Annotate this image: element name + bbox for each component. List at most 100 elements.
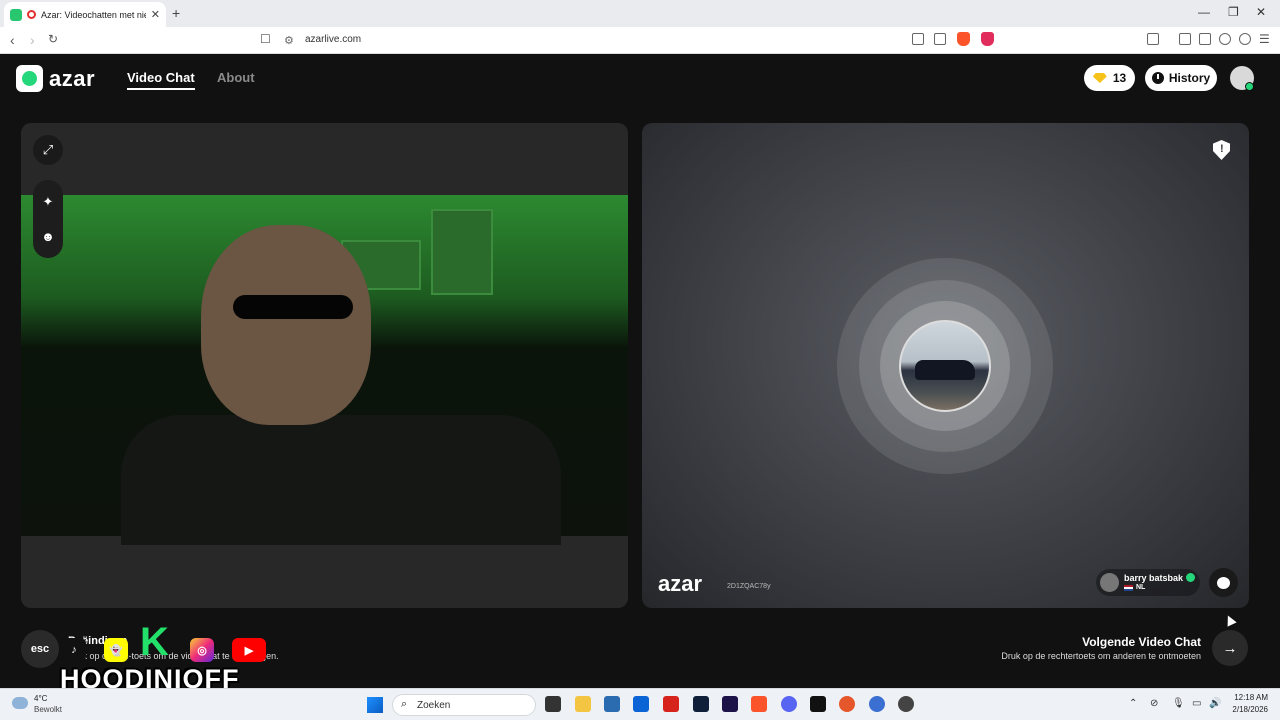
end-chat-button[interactable]: esc [21,630,59,668]
brave-browser-icon[interactable] [751,696,767,712]
taskbar-search[interactable]: ⌕ Zoeken [392,694,536,716]
display-icon[interactable]: ▭ [1192,698,1201,709]
snapchat-glyph: 👻 [109,644,123,657]
file-explorer-icon[interactable] [575,696,591,712]
search-placeholder: Zoeken [417,700,451,711]
minimize-button[interactable]: — [1198,5,1210,19]
mouse-cursor [1223,613,1237,627]
window-close-button[interactable]: ✕ [1256,5,1266,19]
partner-azar-watermark: azar [658,571,703,596]
photoshop-icon[interactable] [693,696,709,712]
restore-button[interactable]: ❐ [1228,5,1239,19]
effects-button[interactable]: ✦ [33,187,63,217]
history-label: History [1168,71,1211,85]
history-button[interactable]: History [1145,65,1217,91]
clock-time[interactable]: 12:18 AM [1230,693,1268,702]
epic-games-icon[interactable] [810,696,826,712]
no-fart-zone-sign [431,209,493,295]
report-mark: ! [1220,143,1224,155]
esc-label: esc [30,643,50,655]
azar-logo-icon [16,65,43,92]
tab-title: Azar: Videochatten met nieuwe [41,9,146,20]
magic-wand-icon: ✦ [42,194,54,209]
acrobat-icon[interactable] [663,696,679,712]
partner-thumbnail [1100,573,1119,592]
netherlands-flag-icon [1124,585,1133,591]
nav-about[interactable]: About [217,70,255,85]
expand-icon: ⤢ [42,142,54,157]
origin-icon[interactable] [839,696,855,712]
next-chat-button[interactable]: → [1212,630,1248,666]
windows-taskbar: 4°C Bewolkt ⌕ Zoeken ⌃ ⊘ 🎙 ▭ 🔊 12:18 AM … [0,688,1280,720]
browser-tab-bar: Azar: Videochatten met nieuwe ✕ + — ❐ ✕ [0,0,1280,27]
bookmark-icon[interactable]: ☐ [260,32,271,46]
tiktok-icon: ♪ [62,638,86,662]
brave-shields-icon[interactable] [957,32,970,46]
expand-button[interactable]: ⤢ [33,135,63,165]
discord-icon[interactable] [781,696,797,712]
task-view-icon[interactable] [545,696,561,712]
new-tab-button[interactable]: + [172,5,180,21]
obs-icon[interactable] [898,696,914,712]
premiere-icon[interactable] [722,696,738,712]
person-body [121,415,561,545]
outlook-icon[interactable] [633,696,649,712]
gem-icon [1092,73,1107,83]
chat-button[interactable] [1209,568,1238,597]
forward-icon[interactable]: › [30,32,35,48]
snapchat-icon: 👻 [104,638,128,662]
youtube-icon: ▶ [232,638,266,662]
person-face [201,225,371,425]
share-icon[interactable] [934,33,946,45]
url-text[interactable]: azarlive.com [305,34,361,45]
partner-info-tag[interactable]: barry batsbak NL [1096,569,1200,596]
back-icon[interactable]: ‹ [10,32,15,48]
volume-icon[interactable]: 🔊 [1209,698,1221,709]
tray-expand-icon[interactable]: ⌃ [1129,698,1137,709]
network-icon[interactable]: ⊘ [1150,698,1158,709]
car-image [915,360,975,380]
tab-close-icon[interactable]: ✕ [151,8,160,21]
partner-panel: ! azar 2D1ZQAC78y barry batsbak NL [642,123,1249,608]
wallet-icon[interactable] [1199,33,1211,45]
clock-icon [1151,72,1164,84]
verified-icon [1186,573,1195,582]
reader-icon[interactable] [1179,33,1191,45]
recording-icon [27,10,36,19]
clock-date[interactable]: 2/18/2026 [1224,705,1268,714]
sunglasses [233,295,353,319]
arc-icon[interactable] [869,696,885,712]
microphone-icon[interactable]: 🎙 [1172,698,1185,709]
site-settings-icon[interactable]: ⚙ [284,34,294,47]
instagram-icon: ◎ [190,638,214,662]
youtube-glyph: ▶ [244,644,254,657]
start-button[interactable] [367,697,383,713]
cast-icon[interactable] [912,33,924,45]
partner-name: barry batsbak [1124,573,1184,583]
nav-video-chat[interactable]: Video Chat [127,70,195,90]
gems-button[interactable]: 13 [1084,65,1135,91]
partner-country: NL [1136,584,1146,591]
my-camera-feed [21,195,628,545]
partner-profile-photo [899,320,991,412]
menu-icon[interactable]: ☰ [1259,32,1270,46]
search-icon: ⌕ [401,698,408,710]
online-status-dot [1245,82,1254,91]
arrow-right-icon: → [1222,639,1238,657]
store-icon[interactable] [604,696,620,712]
logo-text: azar [49,65,96,91]
weather-condition: Bewolkt [34,705,63,714]
browser-tab[interactable]: Azar: Videochatten met nieuwe ✕ [4,2,166,27]
leo-ai-icon[interactable] [1219,33,1231,45]
smiley-icon: ☻ [41,228,55,244]
brave-rewards-icon[interactable] [981,32,994,46]
weather-cloud-icon[interactable] [12,697,28,709]
sticker-button[interactable]: ☻ [33,221,63,251]
instagram-glyph: ◎ [197,644,207,657]
reload-icon[interactable]: ↻ [48,32,58,46]
azar-logo[interactable]: azar [16,65,95,92]
vpn-icon[interactable] [1239,33,1251,45]
sidebar-icon[interactable] [1147,33,1159,45]
tiktok-glyph: ♪ [71,644,77,656]
weather-temperature: 4°C [34,694,48,703]
